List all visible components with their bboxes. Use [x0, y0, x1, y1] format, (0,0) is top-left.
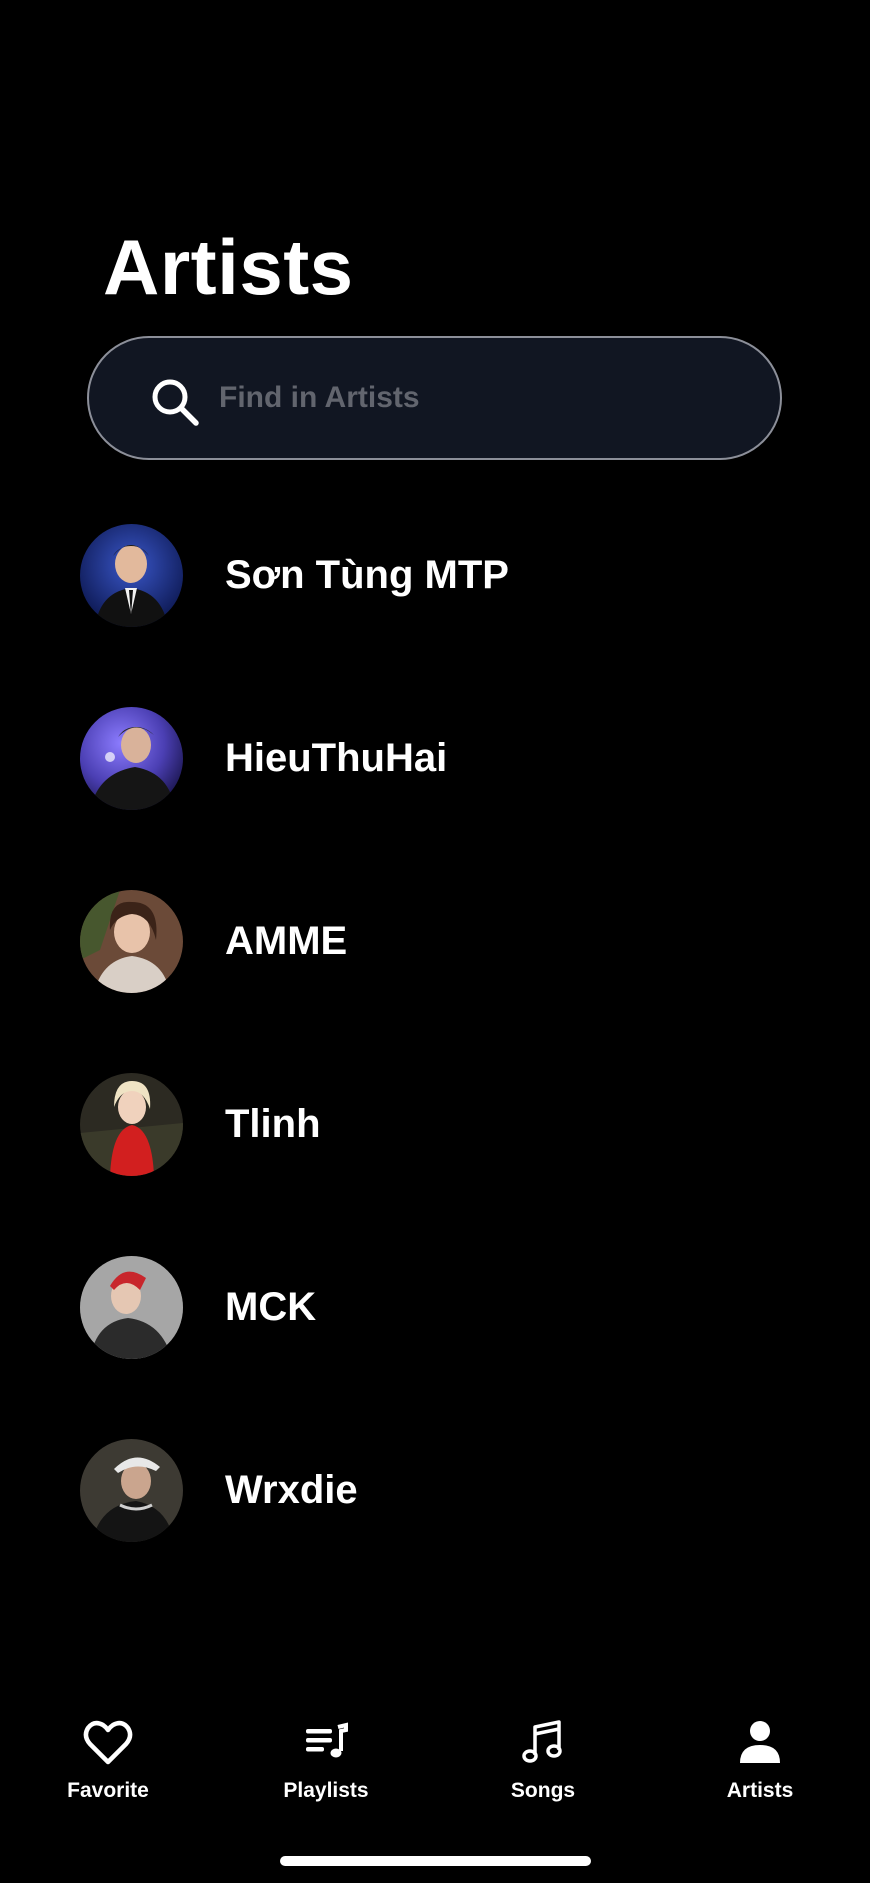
list-item[interactable]: AMME	[80, 886, 780, 996]
search-icon	[152, 379, 199, 426]
avatar	[80, 1438, 183, 1542]
avatar	[80, 706, 183, 810]
list-item[interactable]: MCK	[80, 1252, 780, 1362]
list-item[interactable]: Sơn Tùng MTP	[80, 520, 780, 630]
artist-name: MCK	[225, 1284, 317, 1329]
artists-screen: Artists Find in Artists Sơn Tùng MTP Hie…	[0, 0, 870, 1883]
artist-name: HieuThuHai	[225, 735, 448, 780]
artist-name: Tlinh	[225, 1101, 321, 1146]
list-item[interactable]: Wrxdie	[80, 1435, 780, 1545]
artist-name: AMME	[225, 918, 348, 963]
tab-artists[interactable]: Artists	[660, 1715, 860, 1815]
tab-label: Favorite	[67, 1779, 149, 1802]
tab-label: Artists	[726, 1779, 794, 1802]
tab-favorite[interactable]: Favorite	[8, 1715, 208, 1815]
tab-songs[interactable]: Songs	[443, 1715, 643, 1815]
music-note-icon	[522, 1720, 562, 1763]
avatar	[80, 523, 183, 627]
artist-name: Wrxdie	[225, 1467, 358, 1512]
tab-label: Songs	[510, 1779, 576, 1802]
search-input[interactable]	[219, 368, 739, 428]
heart-icon	[83, 1720, 133, 1765]
tab-label: Playlists	[283, 1779, 369, 1802]
artist-name: Sơn Tùng MTP	[225, 552, 509, 597]
tab-bar: Favorite Playlists Songs Artists	[0, 1715, 870, 1835]
avatar	[80, 1255, 183, 1359]
person-icon	[740, 1721, 780, 1763]
list-item[interactable]: HieuThuHai	[80, 703, 780, 813]
avatar	[80, 889, 183, 993]
home-indicator[interactable]	[280, 1856, 591, 1866]
page-title: Artists	[103, 223, 354, 311]
search-bar[interactable]	[87, 336, 782, 460]
avatar	[80, 1072, 183, 1176]
list-item[interactable]: Tlinh	[80, 1069, 780, 1179]
tab-playlists[interactable]: Playlists	[226, 1715, 426, 1815]
playlist-icon	[306, 1722, 348, 1758]
